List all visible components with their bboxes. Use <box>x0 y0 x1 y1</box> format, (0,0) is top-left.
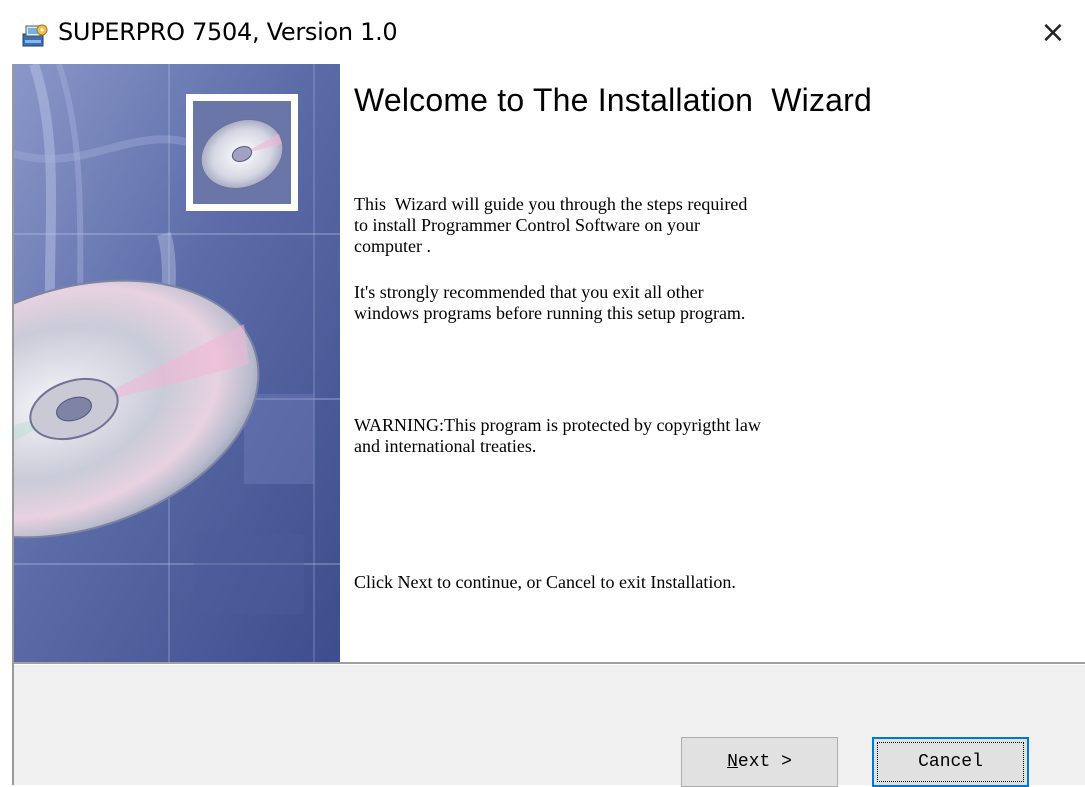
cd-artwork <box>14 64 340 662</box>
next-label-rest: ext > <box>737 752 792 772</box>
recommendation-text: It's strongly recommended that you exit … <box>354 282 746 323</box>
copyright-warning-text: WARNING:This program is protected by cop… <box>354 415 761 456</box>
close-icon: × <box>1040 14 1066 50</box>
wizard-content: Welcome to The Installation Wizard This … <box>340 64 1085 662</box>
wizard-heading: Welcome to The Installation Wizard <box>354 82 873 118</box>
next-button-label: Next > <box>727 752 792 772</box>
installer-app-icon <box>22 24 48 47</box>
next-button[interactable]: Next > <box>681 737 838 787</box>
next-mnemonic: N <box>727 752 738 772</box>
window-title: SUPERPRO 7504, Version 1.0 <box>58 18 398 46</box>
cancel-button-label: Cancel <box>918 752 983 772</box>
title-bar[interactable]: SUPERPRO 7504, Version 1.0 × <box>0 0 1085 64</box>
cancel-button[interactable]: Cancel <box>872 737 1029 787</box>
intro-text: This Wizard will guide you through the s… <box>354 194 748 256</box>
continue-instruction-text: Click Next to continue, or Cancel to exi… <box>354 572 736 592</box>
close-button[interactable]: × <box>1021 0 1085 64</box>
installer-window: SUPERPRO 7504, Version 1.0 × Welcome to … <box>0 0 1085 787</box>
wizard-side-image <box>14 64 340 662</box>
